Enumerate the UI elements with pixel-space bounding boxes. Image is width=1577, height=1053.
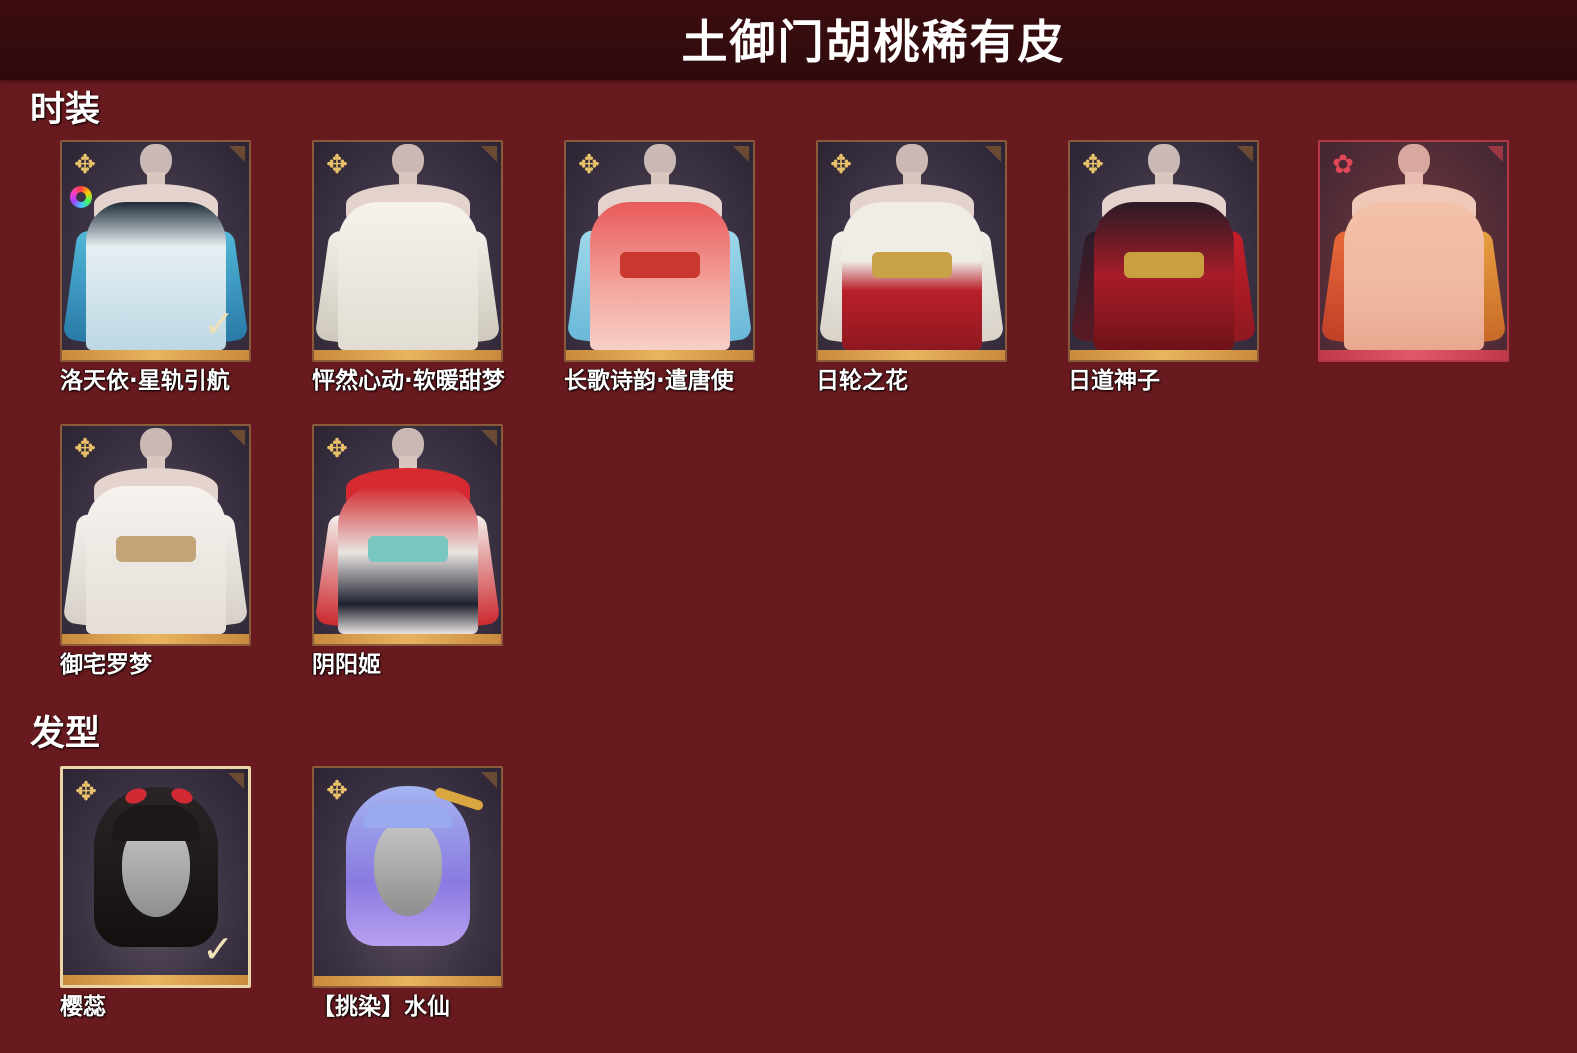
checkmark-icon: ✓ xyxy=(202,927,234,971)
outfit-name: 长歌诗韵·遣唐使 xyxy=(564,368,734,394)
outfit-name: 怦然心动·软暖甜梦 xyxy=(312,368,505,394)
rarity-bar xyxy=(314,350,501,360)
rarity-bar xyxy=(63,975,248,985)
outfit-thumbnail: ✥ xyxy=(1068,140,1259,362)
outfit-sash xyxy=(367,536,448,562)
rarity-bar xyxy=(566,350,753,360)
hairstyle-name: 樱蕊 xyxy=(60,994,106,1020)
hairstyle-card[interactable]: ✥ ✓ 樱蕊 xyxy=(60,766,251,1020)
section-label-hairstyles: 发型 xyxy=(30,714,101,754)
hairstyle-thumbnail: ✥ xyxy=(312,766,503,988)
four-petal-star-icon: ✥ xyxy=(578,150,600,180)
corner-tag-icon xyxy=(481,772,497,788)
hairstyle-name: 【挑染】水仙 xyxy=(312,994,450,1020)
hair-bangs xyxy=(363,804,452,828)
rarity-bar xyxy=(314,976,501,986)
title-bar: 土御门胡桃稀有皮 xyxy=(0,0,1577,80)
corner-tag-icon xyxy=(229,146,245,162)
rarity-bar xyxy=(1320,350,1507,360)
outfit-card[interactable]: ✥ 阴阳姬 xyxy=(312,424,503,678)
corner-tag-icon xyxy=(1487,146,1503,162)
outfit-sash xyxy=(619,252,700,278)
outfit-sash xyxy=(1123,252,1204,278)
corner-tag-icon xyxy=(1237,146,1253,162)
outfit-sash xyxy=(115,536,196,562)
hair-bangs xyxy=(111,805,200,841)
hairstyle-card[interactable]: ✥ 【挑染】水仙 xyxy=(312,766,503,1020)
rarity-bar xyxy=(62,350,249,360)
corner-tag-icon xyxy=(985,146,1001,162)
four-petal-star-icon: ✥ xyxy=(326,150,348,180)
outfit-thumbnail: ✥ xyxy=(816,140,1007,362)
outfit-card[interactable]: ✥ 日道神子 xyxy=(1068,140,1259,394)
section-label-outfits: 时装 xyxy=(30,90,101,130)
outfit-dress xyxy=(337,202,478,350)
four-petal-star-icon: ✥ xyxy=(830,150,852,180)
corner-tag-icon xyxy=(229,430,245,446)
four-petal-star-icon: ✥ xyxy=(74,434,96,464)
red-flower-icon: ✿ xyxy=(1332,150,1354,180)
mannequin-face xyxy=(373,820,442,916)
outfit-name: 阴阳姬 xyxy=(312,652,381,678)
corner-tag-icon xyxy=(733,146,749,162)
outfit-name: 洛天依·星轨引航 xyxy=(60,368,230,394)
four-petal-star-icon: ✥ xyxy=(75,777,97,807)
rarity-bar xyxy=(818,350,1005,360)
rarity-bar xyxy=(314,634,501,644)
corner-tag-icon xyxy=(481,430,497,446)
outfit-name: 御宅罗梦 xyxy=(60,652,152,678)
corner-tag-icon xyxy=(228,773,244,789)
rarity-bar xyxy=(62,634,249,644)
hairstyle-thumbnail: ✥ ✓ xyxy=(60,766,251,988)
outfit-card[interactable]: ✥ 怦然心动·软暖甜梦 xyxy=(312,140,505,394)
four-petal-star-icon: ✥ xyxy=(326,776,348,806)
outfit-name: 日道神子 xyxy=(1068,368,1160,394)
outfit-thumbnail: ✿ xyxy=(1318,140,1509,362)
four-petal-star-icon: ✥ xyxy=(74,150,96,180)
four-petal-star-icon: ✥ xyxy=(326,434,348,464)
outfit-sash xyxy=(871,252,952,278)
corner-tag-icon xyxy=(481,146,497,162)
outfit-thumbnail: ✥ xyxy=(312,424,503,646)
outfit-card[interactable]: ✥ 长歌诗韵·遣唐使 xyxy=(564,140,755,394)
outfit-card[interactable]: ✿ xyxy=(1318,140,1509,362)
outfit-thumbnail: ✥ xyxy=(312,140,503,362)
four-petal-star-icon: ✥ xyxy=(1082,150,1104,180)
outfit-card[interactable]: ✥ 日轮之花 xyxy=(816,140,1007,394)
outfit-thumbnail: ✥ xyxy=(564,140,755,362)
rarity-bar xyxy=(1070,350,1257,360)
outfit-dress xyxy=(1343,202,1484,350)
outfit-card[interactable]: ✥ ✓ 洛天依·星轨引航 xyxy=(60,140,251,394)
rainbow-ring-icon xyxy=(70,186,92,208)
outfit-thumbnail: ✥ xyxy=(60,424,251,646)
page-title: 土御门胡桃稀有皮 xyxy=(681,15,1066,69)
checkmark-icon: ✓ xyxy=(203,302,235,346)
outfit-thumbnail: ✥ ✓ xyxy=(60,140,251,362)
outfit-name: 日轮之花 xyxy=(816,368,908,394)
outfit-card[interactable]: ✥ 御宅罗梦 xyxy=(60,424,251,678)
